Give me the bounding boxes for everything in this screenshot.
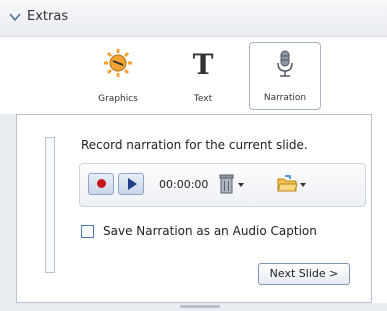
narration-tool-label: Narration: [263, 93, 307, 103]
record-button[interactable]: [88, 173, 114, 195]
microphone-icon: [277, 50, 293, 77]
graphics-sun-icon: [104, 49, 132, 77]
narration-tool-button[interactable]: Narration: [249, 42, 321, 110]
save-caption-checkbox[interactable]: [81, 225, 94, 238]
panel-title: Extras: [27, 9, 69, 24]
play-button[interactable]: [118, 173, 144, 195]
record-icon: [97, 179, 106, 188]
next-slide-button[interactable]: Next Slide >: [258, 263, 350, 285]
graphics-tool-button[interactable]: Graphics: [82, 42, 154, 110]
folder-dropdown-caret-icon[interactable]: [300, 183, 306, 187]
play-icon: [128, 178, 137, 190]
open-audio-button[interactable]: [276, 173, 306, 195]
extras-toolbar: Graphics T Text Narration: [0, 37, 387, 113]
audio-level-meter: [45, 137, 55, 273]
resize-grip[interactable]: [180, 305, 220, 308]
recording-timer: 00:00:00: [159, 178, 209, 191]
text-t-icon: T: [193, 48, 214, 78]
graphics-tool-label: Graphics: [98, 94, 138, 104]
trash-dropdown-caret-icon[interactable]: [238, 183, 244, 187]
narration-instruction: Record narration for the current slide.: [81, 138, 308, 152]
recording-controls: 00:00:00: [79, 163, 366, 207]
folder-open-icon: [277, 175, 298, 192]
extras-panel-header[interactable]: Extras: [0, 0, 387, 37]
svg-text:T: T: [193, 48, 214, 78]
narration-panel: Record narration for the current slide. …: [16, 114, 372, 303]
text-tool-button[interactable]: T Text: [167, 42, 239, 110]
text-tool-label: Text: [193, 94, 213, 104]
delete-narration-button[interactable]: [218, 173, 244, 195]
trash-icon: [219, 174, 234, 194]
collapse-chevron-icon[interactable]: [8, 10, 22, 24]
left-gutter: [0, 114, 16, 303]
save-caption-label[interactable]: Save Narration as an Audio Caption: [103, 224, 317, 238]
